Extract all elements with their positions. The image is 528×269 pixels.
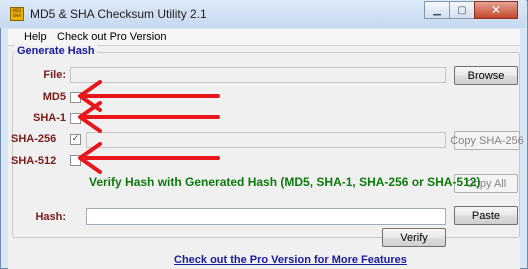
- sha1-check-mark: [71, 114, 80, 123]
- menu-bar: Help Check out Pro Version: [8, 29, 520, 46]
- maximize-button[interactable]: ▢: [449, 1, 475, 19]
- app-logo-icon: MD5 SHA: [10, 7, 24, 21]
- window-title: MD5 & SHA Checksum Utility 2.1: [30, 7, 207, 21]
- sha256-output-field[interactable]: [86, 132, 446, 148]
- hash-input[interactable]: [86, 208, 446, 225]
- sha1-checkbox[interactable]: [70, 113, 81, 124]
- sha256-checkbox[interactable]: ✓: [70, 134, 81, 145]
- pro-version-link[interactable]: Check out the Pro Version for More Featu…: [174, 254, 407, 266]
- window-controls: ▁ ▢ ✕: [424, 1, 518, 19]
- generate-hash-title: Generate Hash: [15, 45, 97, 57]
- sha256-label: SHA-256: [11, 133, 57, 145]
- file-label: File:: [43, 69, 66, 81]
- close-button[interactable]: ✕: [474, 1, 518, 19]
- sha512-check-mark: [71, 156, 80, 165]
- sha256-check-mark: ✓: [71, 134, 80, 144]
- hash-label: Hash:: [35, 211, 66, 223]
- paste-button[interactable]: Paste: [454, 206, 518, 225]
- menu-check-out-pro[interactable]: Check out Pro Version: [57, 31, 166, 43]
- minimize-button[interactable]: ▁: [424, 1, 450, 19]
- verify-section-title: Verify Hash with Generated Hash (MD5, SH…: [89, 175, 481, 189]
- minimize-icon: ▁: [433, 4, 441, 16]
- browse-button[interactable]: Browse: [454, 66, 518, 85]
- title-bar: MD5 SHA MD5 & SHA Checksum Utility 2.1 ▁…: [0, 0, 526, 28]
- file-path-field[interactable]: [70, 67, 446, 83]
- md5-checkbox[interactable]: [70, 92, 81, 103]
- sha512-label: SHA-512: [11, 155, 57, 167]
- maximize-icon: ▢: [457, 4, 467, 16]
- menu-help[interactable]: Help: [24, 31, 47, 43]
- sha1-label: SHA-1: [32, 112, 66, 124]
- copy-sha256-button[interactable]: Copy SHA-256: [450, 131, 524, 150]
- sha512-checkbox[interactable]: [70, 155, 81, 166]
- close-icon: ✕: [490, 3, 502, 17]
- md5-label: MD5: [42, 91, 66, 103]
- md5-check-mark: [71, 93, 80, 102]
- verify-button[interactable]: Verify: [382, 228, 446, 247]
